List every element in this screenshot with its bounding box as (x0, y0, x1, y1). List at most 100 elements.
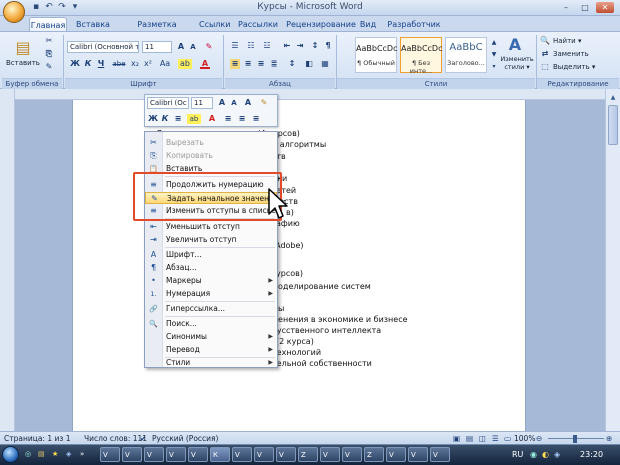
copy-icon[interactable]: ⎘ (44, 49, 54, 59)
start-button[interactable] (2, 446, 19, 463)
tab-home[interactable]: Главная (29, 17, 67, 32)
menu-item-hyperlink[interactable]: 🔗 Гиперссылка... (145, 303, 277, 315)
taskbar-item[interactable]: V (408, 447, 428, 462)
format-painter-icon[interactable]: ✎ (44, 62, 54, 72)
menu-item-paragraph[interactable]: ¶ Абзац... (145, 262, 277, 274)
font-size-box[interactable]: 11 (142, 41, 172, 53)
taskbar-item[interactable]: Z (364, 447, 384, 462)
numbering-icon[interactable]: ☷ (246, 41, 256, 51)
taskbar-item[interactable]: V (276, 447, 296, 462)
tab-references[interactable]: Ссылки (199, 17, 230, 32)
font-name-box[interactable]: Calibri (Основной те (67, 41, 139, 53)
mini-grow-font-icon[interactable]: A (217, 98, 227, 108)
italic-icon[interactable]: К (83, 59, 93, 69)
find-button[interactable]: Найти ▾ (553, 36, 581, 46)
taskbar-item[interactable]: V (320, 447, 340, 462)
sort-icon[interactable]: ↕ (310, 41, 320, 51)
volume-icon[interactable]: ◐ (542, 448, 549, 461)
menu-item-decrease-indent[interactable]: ⇤ Уменьшить отступ (145, 221, 277, 233)
subscript-icon[interactable]: x₂ (130, 59, 140, 69)
network-icon[interactable]: ◉ (530, 448, 537, 461)
superscript-icon[interactable]: x² (143, 59, 153, 69)
taskbar-item[interactable]: V (254, 447, 274, 462)
bold-icon[interactable]: Ж (70, 59, 80, 69)
taskbar-item[interactable]: V (188, 447, 208, 462)
menu-item-synonyms[interactable]: Синонимы ▶ (145, 331, 277, 343)
justify-icon[interactable]: ≣ (269, 59, 279, 69)
mini-bullets-icon[interactable]: ≡ (251, 114, 261, 124)
shading-icon[interactable]: ◧ (304, 59, 314, 69)
mini-format-painter-icon[interactable]: ✎ (259, 98, 269, 108)
shrink-font-icon[interactable]: A (188, 42, 198, 52)
taskbar-item[interactable]: Z (298, 447, 318, 462)
increase-indent-icon[interactable]: ⇥ (295, 41, 305, 51)
quicklaunch-icon[interactable]: ◎ (23, 447, 35, 462)
style-heading[interactable]: AaBbC Заголово... (445, 37, 487, 73)
font-color-icon[interactable]: A (200, 59, 210, 69)
horizontal-ruler[interactable] (15, 89, 605, 100)
mini-center-icon[interactable]: ≡ (173, 114, 183, 124)
tray-icon[interactable]: ◈ (554, 448, 560, 461)
menu-item-bullets[interactable]: • Маркеры ▶ (145, 275, 277, 287)
menu-item-copy[interactable]: ⎘ Копировать (145, 150, 277, 162)
tab-page-layout[interactable]: Разметка страницы (117, 17, 197, 44)
menu-item-numbering[interactable]: 1. Нумерация ▶ (145, 288, 277, 300)
decrease-indent-icon[interactable]: ⇤ (282, 41, 292, 51)
mini-font-box[interactable]: Calibri (Ос (147, 97, 189, 109)
find-icon[interactable]: 🔍 (540, 36, 550, 46)
bullets-icon[interactable]: ☰ (230, 41, 240, 51)
mini-italic-icon[interactable]: К (160, 114, 170, 124)
tab-view[interactable]: Вид (359, 17, 377, 32)
scroll-thumb[interactable] (608, 105, 618, 145)
grow-font-icon[interactable]: A (176, 42, 186, 52)
mini-shrink-font-icon[interactable]: A (229, 98, 239, 108)
change-case-icon[interactable]: Aa (158, 59, 172, 69)
taskbar-item-active[interactable]: К (210, 447, 230, 462)
taskbar-item[interactable]: V (232, 447, 252, 462)
quicklaunch-icon[interactable]: ★ (50, 447, 62, 462)
menu-item-font[interactable]: A Шрифт... (145, 249, 277, 261)
change-styles-icon[interactable]: A (506, 36, 524, 54)
clear-format-icon[interactable]: ✎ (204, 42, 214, 52)
change-styles-button[interactable]: Изменить стили ▾ (500, 55, 534, 71)
mini-font-color-icon[interactable]: A (207, 114, 217, 124)
office-button[interactable] (3, 1, 25, 23)
style-no-spacing[interactable]: AaBbCcDc ¶ Без инте... (400, 37, 442, 75)
strikethrough-icon[interactable]: abe (111, 59, 127, 69)
multilevel-list-icon[interactable]: ☳ (262, 41, 272, 51)
align-left-icon[interactable]: ≡ (230, 59, 240, 69)
line-spacing-icon[interactable]: ↕ (287, 59, 297, 69)
paste-button[interactable]: Вставить (6, 58, 40, 68)
menu-item-cut[interactable]: ✂ Вырезать (145, 137, 277, 149)
menu-item-search[interactable]: 🔍 Поиск... (145, 318, 277, 330)
styles-scroll-down-icon[interactable]: ▼ (489, 50, 499, 60)
menu-item-increase-indent[interactable]: ⇥ Увеличить отступ (145, 234, 277, 246)
tab-developer[interactable]: Разработчик (386, 17, 442, 32)
underline-icon[interactable]: Ч (96, 59, 106, 69)
tab-review[interactable]: Рецензирование (286, 17, 356, 32)
tab-mailings[interactable]: Рассылки (237, 17, 279, 32)
mini-decrease-indent-icon[interactable]: ≡ (223, 114, 233, 124)
select-button[interactable]: Выделить ▾ (553, 62, 595, 72)
language-indicator[interactable]: RU (512, 448, 523, 461)
scroll-up-icon[interactable]: ▲ (608, 93, 618, 103)
mini-styles-icon[interactable]: A (243, 98, 253, 108)
quicklaunch-icon[interactable]: ◈ (64, 447, 76, 462)
replace-icon[interactable]: ⇄ (540, 49, 550, 59)
taskbar-item[interactable]: V (166, 447, 186, 462)
taskbar-item[interactable]: V (144, 447, 164, 462)
mini-bold-icon[interactable]: Ж (148, 114, 158, 124)
taskbar-item[interactable]: V (430, 447, 450, 462)
taskbar-item[interactable]: V (122, 447, 142, 462)
quicklaunch-more-icon[interactable]: » (78, 447, 90, 462)
show-marks-icon[interactable]: ¶ (323, 41, 333, 51)
zoom-slider-thumb[interactable] (573, 435, 577, 443)
tab-insert[interactable]: Вставка (74, 17, 112, 32)
vertical-ruler[interactable] (0, 89, 15, 431)
mini-highlight-icon[interactable]: ab (187, 114, 201, 124)
close-button[interactable]: ✕ (596, 2, 614, 13)
quicklaunch-icon[interactable]: ▤ (36, 447, 48, 462)
styles-scroll-up-icon[interactable]: ▲ (489, 38, 499, 48)
taskbar-item[interactable]: V (100, 447, 120, 462)
select-icon[interactable]: ⬚ (540, 62, 550, 72)
